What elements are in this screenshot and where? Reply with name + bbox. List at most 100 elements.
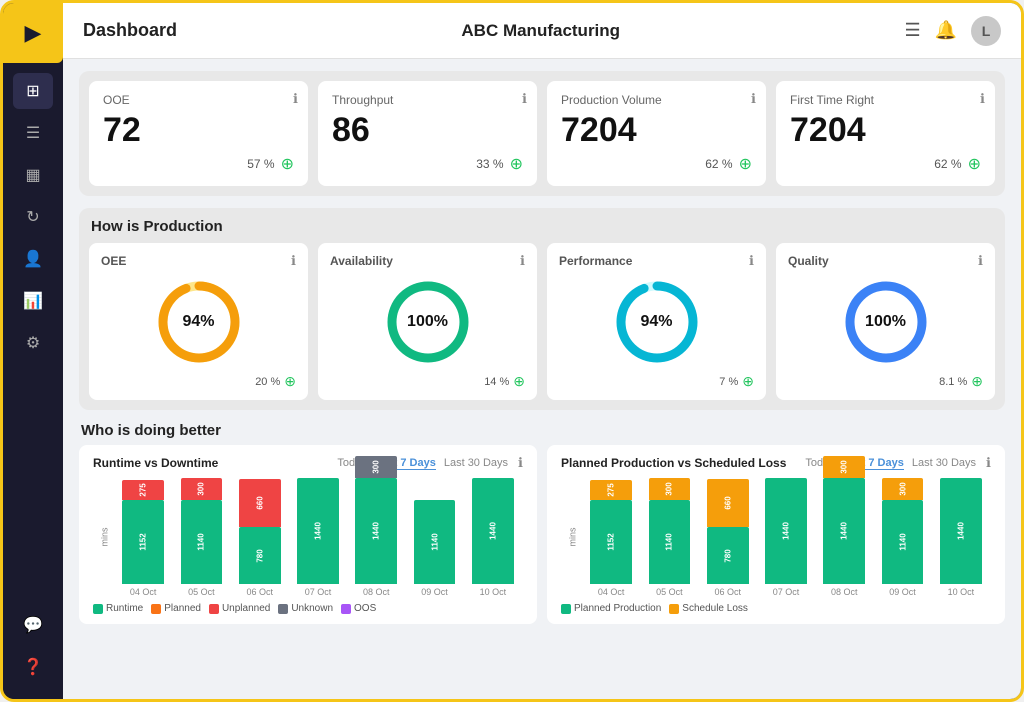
gauge-bottom-performance: 7 % ⊕ bbox=[719, 373, 754, 390]
legend-dot bbox=[669, 604, 679, 614]
bar-segment: 780 bbox=[707, 527, 749, 584]
app-logo[interactable]: ▶ bbox=[3, 3, 63, 63]
planned-filter-30days[interactable]: Last 30 Days bbox=[912, 457, 976, 469]
bar-date-label: 08 Oct bbox=[831, 587, 858, 597]
planned-chart-card: Planned Production vs Scheduled Loss Tod… bbox=[547, 445, 1005, 624]
reports-icon: ☰ bbox=[26, 123, 40, 143]
kpi-value-first_time_right: 7204 bbox=[790, 111, 981, 150]
gauge-arrow-availability: ⊕ bbox=[513, 373, 525, 390]
bar-segment: 1152 bbox=[122, 500, 164, 584]
runtime-legend: RuntimePlannedUnplannedUnknownOOS bbox=[93, 603, 523, 614]
dashboard-icon: ⊞ bbox=[26, 81, 39, 101]
dashboard-body: OOE ℹ 72 57 % ⊕ Throughput ℹ 86 33 % ⊕ P… bbox=[63, 59, 1021, 699]
kpi-bottom-production_volume: 62 % ⊕ bbox=[561, 154, 752, 174]
donut-availability: 100% bbox=[383, 277, 473, 367]
gauge-label-performance: Performance bbox=[559, 254, 632, 268]
donut-value-availability: 100% bbox=[407, 313, 448, 331]
bar-group: 115227504 Oct bbox=[117, 480, 169, 597]
bar-value-label: 275 bbox=[139, 483, 148, 496]
bell-icon[interactable]: 🔔 bbox=[935, 20, 957, 41]
legend-item: Planned bbox=[151, 603, 201, 614]
kpi-pct-throughput: 33 % bbox=[476, 157, 503, 171]
gauge-info-performance[interactable]: ℹ bbox=[749, 253, 754, 269]
legend-item: Planned Production bbox=[561, 603, 661, 614]
bar-stack: 1440 bbox=[935, 478, 987, 584]
planned-info-icon[interactable]: ℹ bbox=[986, 455, 991, 471]
bar-value-label: 1140 bbox=[430, 533, 439, 550]
gauge-label-availability: Availability bbox=[330, 254, 393, 268]
legend-dot bbox=[151, 604, 161, 614]
donut-value-oee: 94% bbox=[182, 313, 214, 331]
bar-group: 115227504 Oct bbox=[585, 480, 637, 597]
kpi-card-first_time_right: First Time Right ℹ 7204 62 % ⊕ bbox=[776, 81, 995, 186]
bar-value-label: 1440 bbox=[313, 522, 322, 540]
company-name: ABC Manufacturing bbox=[177, 21, 904, 41]
bar-value-label: 1440 bbox=[840, 522, 849, 540]
kpi-card-production_volume: Production Volume ℹ 7204 62 % ⊕ bbox=[547, 81, 766, 186]
bar-segment: 660 bbox=[239, 479, 281, 527]
runtime-filter-30days[interactable]: Last 30 Days bbox=[444, 457, 508, 469]
donut-quality: 100% bbox=[841, 277, 931, 367]
bar-segment: 1140 bbox=[414, 500, 456, 584]
gauge-info-availability[interactable]: ℹ bbox=[520, 253, 525, 269]
avatar[interactable]: L bbox=[971, 16, 1001, 46]
bar-stack: 1140 bbox=[408, 500, 460, 584]
main-content: Dashboard ABC Manufacturing ☰ 🔔 L OOE ℹ … bbox=[63, 3, 1021, 699]
bar-group: 144007 Oct bbox=[760, 478, 812, 597]
bar-group: 1440 10 Oct bbox=[935, 478, 987, 597]
runtime-info-icon[interactable]: ℹ bbox=[518, 455, 523, 471]
who-title: Who is doing better bbox=[79, 422, 1005, 439]
gauge-card-oee: OEE ℹ 94% 20 % ⊕ bbox=[89, 243, 308, 400]
kpi-info-production_volume[interactable]: ℹ bbox=[751, 91, 756, 107]
bar-value-label: 1140 bbox=[665, 533, 674, 550]
bar-stack: 1140300 bbox=[175, 478, 227, 584]
sidebar-item-chat[interactable]: 💬 bbox=[13, 607, 53, 643]
gauge-card-performance: Performance ℹ 94% 7 % ⊕ bbox=[547, 243, 766, 400]
analytics-icon: 📊 bbox=[23, 291, 43, 311]
sidebar-item-dashboard[interactable]: ⊞ bbox=[13, 73, 53, 109]
gauge-info-oee[interactable]: ℹ bbox=[291, 253, 296, 269]
user-icon: 👤 bbox=[23, 249, 43, 269]
bar-stack: 1440 bbox=[292, 478, 344, 584]
bar-date-label: 05 Oct bbox=[656, 587, 683, 597]
gauge-pct-performance: 7 % bbox=[719, 376, 738, 388]
kpi-pct-first_time_right: 62 % bbox=[934, 157, 961, 171]
legend-label: Planned Production bbox=[574, 603, 661, 614]
sidebar-item-sync[interactable]: ↻ bbox=[13, 199, 53, 235]
bar-segment: 1152 bbox=[590, 500, 632, 584]
sidebar-item-chart[interactable]: ▦ bbox=[13, 157, 53, 193]
bar-date-label: 05 Oct bbox=[188, 587, 215, 597]
donut-performance: 94% bbox=[612, 277, 702, 367]
bar-value-label: 300 bbox=[665, 482, 674, 495]
bar-stack: 1140300 bbox=[876, 478, 928, 584]
bar-group: 114009 Oct bbox=[408, 500, 460, 597]
gauge-bottom-oee: 20 % ⊕ bbox=[255, 373, 296, 390]
kpi-info-ooe[interactable]: ℹ bbox=[293, 91, 298, 107]
page-title: Dashboard bbox=[83, 20, 177, 41]
sidebar-item-help[interactable]: ❓ bbox=[13, 649, 53, 685]
sidebar-item-user[interactable]: 👤 bbox=[13, 241, 53, 277]
gauge-header-availability: Availability ℹ bbox=[330, 253, 525, 269]
bar-group: 1140300 09 Oct bbox=[876, 478, 928, 597]
header: Dashboard ABC Manufacturing ☰ 🔔 L bbox=[63, 3, 1021, 59]
bar-date-label: 09 Oct bbox=[889, 587, 916, 597]
chat-icon: 💬 bbox=[23, 615, 43, 635]
legend-item: OOS bbox=[341, 603, 376, 614]
bar-value-label: 1140 bbox=[898, 533, 907, 550]
kpi-info-first_time_right[interactable]: ℹ bbox=[980, 91, 985, 107]
kpi-arrow-production_volume: ⊕ bbox=[739, 154, 752, 174]
sidebar-item-analytics[interactable]: 📊 bbox=[13, 283, 53, 319]
runtime-chart-title: Runtime vs Downtime bbox=[93, 456, 218, 470]
legend-label: Planned bbox=[164, 603, 201, 614]
kpi-info-throughput[interactable]: ℹ bbox=[522, 91, 527, 107]
kpi-label-ooe: OOE bbox=[103, 93, 294, 107]
menu-icon[interactable]: ☰ bbox=[904, 20, 920, 41]
gauge-info-quality[interactable]: ℹ bbox=[978, 253, 983, 269]
gauge-pct-availability: 14 % bbox=[484, 376, 509, 388]
bar-date-label: 10 Oct bbox=[948, 587, 975, 597]
sidebar-item-reports[interactable]: ☰ bbox=[13, 115, 53, 151]
bar-value-label: 1152 bbox=[139, 533, 148, 550]
production-section: How is Production OEE ℹ 94% 20 % ⊕ Avail… bbox=[79, 208, 1005, 410]
sidebar-item-settings[interactable]: ⚙ bbox=[13, 325, 53, 361]
bar-value-label: 780 bbox=[255, 549, 264, 562]
